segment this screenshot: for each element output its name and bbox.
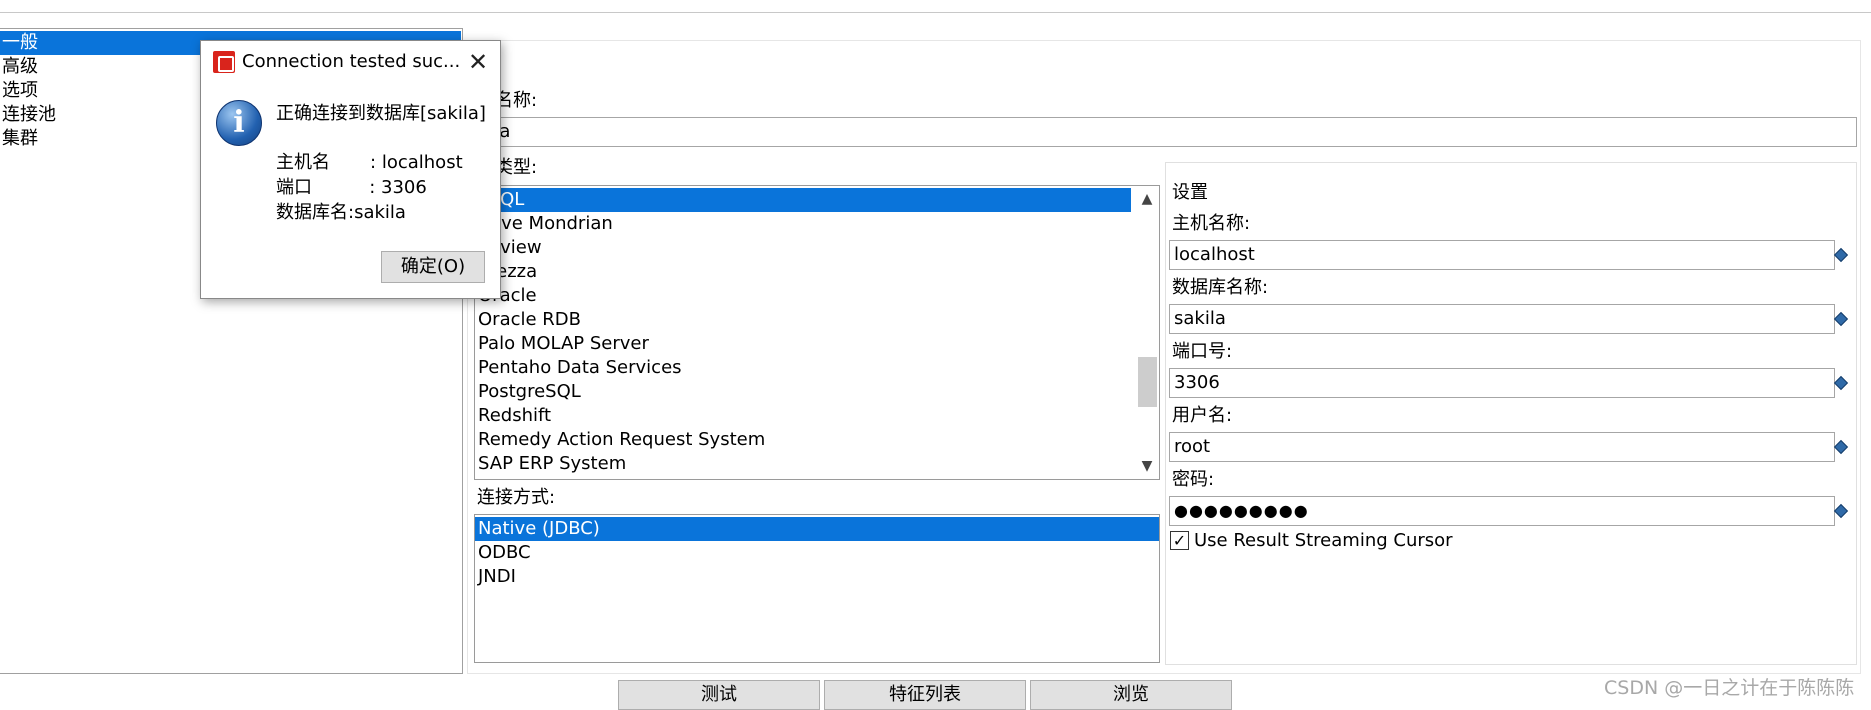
dialog-host-line: 主机名 : localhost (276, 152, 463, 173)
explore-button[interactable]: 浏览 (1030, 680, 1232, 710)
connection-type-option[interactable]: SAP ERP System (475, 452, 1131, 476)
username-input[interactable]: root (1169, 432, 1835, 462)
connection-type-option[interactable]: PostgreSQL (475, 380, 1131, 404)
info-icon: i (216, 100, 262, 146)
dialog-title: Connection tested suc... (242, 51, 461, 72)
port-label: 端口号: (1172, 341, 1233, 362)
streaming-cursor-checkbox[interactable]: ✓ (1170, 531, 1189, 550)
close-icon[interactable]: ✕ (463, 47, 493, 77)
dialog-port-line: 端口 : 3306 (276, 177, 427, 198)
connection-type-option[interactable]: Redshift (475, 404, 1131, 428)
access-method-option[interactable]: Native (JDBC) (475, 517, 1159, 541)
connection-type-option[interactable]: ative Mondrian (475, 212, 1131, 236)
database-label: 数据库名称: (1172, 277, 1269, 298)
settings-title: 设置 (1172, 182, 1208, 203)
connection-test-dialog: Connection tested suc... ✕ i 正确连接到数据库[sa… (200, 40, 501, 299)
access-method-option[interactable]: JNDI (475, 565, 1159, 589)
connection-type-option[interactable]: Oracle RDB (475, 308, 1131, 332)
scroll-down-icon[interactable]: ▼ (1135, 455, 1159, 477)
ok-button[interactable]: 确定(O) (381, 251, 485, 283)
password-label: 密码: (1172, 469, 1215, 490)
connection-type-option[interactable]: ySQL (475, 188, 1131, 212)
connection-name-input[interactable]: kila (474, 117, 1857, 147)
watermark: CSDN @一日之计在于陈陈陈 (1604, 677, 1855, 699)
connection-type-option[interactable]: Oracle (475, 284, 1131, 308)
test-button[interactable]: 测试 (618, 680, 820, 710)
connection-type-scrollbar[interactable]: ▲ ▼ (1135, 186, 1159, 479)
username-label: 用户名: (1172, 405, 1233, 426)
host-label: 主机名称: (1172, 213, 1251, 234)
scrollbar-thumb[interactable] (1138, 357, 1157, 407)
top-separator (0, 12, 1871, 13)
access-method-option[interactable]: ODBC (475, 541, 1159, 565)
app-logo-icon (213, 51, 235, 73)
port-input[interactable]: 3306 (1169, 368, 1835, 398)
scroll-up-icon[interactable]: ▲ (1135, 188, 1159, 210)
host-input[interactable]: localhost (1169, 240, 1835, 270)
connection-type-option[interactable]: eoview (475, 236, 1131, 260)
streaming-cursor-label: Use Result Streaming Cursor (1194, 530, 1453, 551)
settings-group (1165, 162, 1857, 665)
dialog-db-line: 数据库名:sakila (276, 202, 406, 223)
connection-type-list[interactable]: ySQL ative Mondrian eoview etezza Oracle Orac… (474, 185, 1160, 480)
feature-list-button[interactable]: 特征列表 (824, 680, 1026, 710)
dialog-message: 正确连接到数据库[sakila] (276, 103, 486, 124)
connection-type-option[interactable]: Pentaho Data Services (475, 356, 1131, 380)
dialog-title-bar[interactable]: Connection tested suc... ✕ (201, 41, 500, 83)
access-method-label: 连接方式: (477, 487, 556, 508)
connection-type-option[interactable]: etezza (475, 260, 1131, 284)
access-method-list[interactable]: Native (JDBC) ODBC JNDI (474, 514, 1160, 663)
connection-type-option[interactable]: Remedy Action Request System (475, 428, 1131, 452)
password-input[interactable]: ●●●●●●●●● (1169, 496, 1835, 526)
database-input[interactable]: sakila (1169, 304, 1835, 334)
connection-type-option[interactable]: Palo MOLAP Server (475, 332, 1131, 356)
